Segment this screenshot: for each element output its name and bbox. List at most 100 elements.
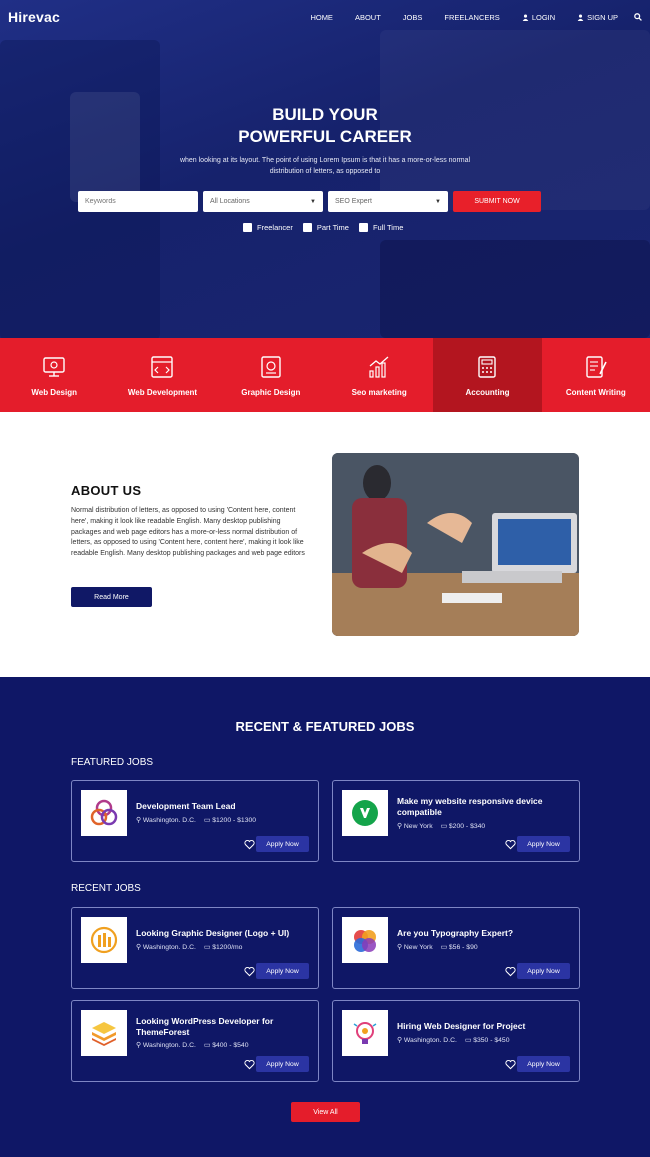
salary-text: $1200/mo: [212, 944, 243, 951]
job-title[interactable]: Looking Graphic Designer (Logo + UI): [136, 928, 312, 939]
location-text: Washington. D.C.: [142, 944, 196, 951]
job-card[interactable]: Looking WordPress Developer for ThemeFor…: [71, 1000, 319, 1082]
category-accounting[interactable]: Accounting: [433, 338, 542, 412]
search-icon[interactable]: [634, 13, 642, 21]
company-logo: [81, 1010, 127, 1056]
nav-jobs[interactable]: JOBS: [403, 13, 423, 22]
growth-chart-icon: [369, 356, 389, 378]
salary-text: $400 - $540: [212, 1042, 249, 1049]
heart-icon[interactable]: [505, 966, 516, 977]
location-select[interactable]: All Locations ▼: [203, 191, 323, 212]
keywords-input[interactable]: [78, 191, 198, 212]
category-seo-marketing[interactable]: Seo marketing: [325, 338, 433, 412]
company-logo: [81, 917, 127, 963]
apply-now-button[interactable]: Apply Now: [517, 1056, 570, 1072]
category-select[interactable]: SEO Expert ▼: [328, 191, 448, 212]
salary-text: $350 - $450: [473, 1037, 510, 1044]
apply-now-button[interactable]: Apply Now: [517, 836, 570, 852]
job-meta: ⚲ Washington. D.C. ▭ $1200 - $1300: [136, 816, 256, 824]
hero-title-line1: BUILD YOUR: [272, 105, 378, 124]
nav-home[interactable]: HOME: [310, 13, 333, 22]
apply-now-button[interactable]: Apply Now: [256, 1056, 309, 1072]
job-card[interactable]: Make my website responsive device compat…: [332, 780, 580, 862]
color-circles-logo: [354, 930, 376, 952]
job-title[interactable]: Looking WordPress Developer for ThemeFor…: [136, 1016, 312, 1037]
caret-down-icon: ▼: [310, 198, 316, 205]
main-menu: HOME ABOUT JOBS FREELANCERS LOGIN SIGN U…: [288, 13, 642, 22]
category-web-development[interactable]: Web Development: [108, 338, 216, 412]
nav-about[interactable]: ABOUT: [355, 13, 381, 22]
job-meta: ⚲ New York ▭ $56 - $90: [397, 943, 478, 951]
category-web-design[interactable]: Web Design: [0, 338, 108, 412]
nav-signup[interactable]: SIGN UP: [577, 13, 618, 22]
heart-icon[interactable]: [505, 1059, 516, 1070]
map-pin-icon: ⚲: [397, 823, 402, 830]
view-all-button[interactable]: View All: [291, 1102, 360, 1122]
category-label: Content Writing: [565, 387, 626, 397]
category-graphic-design[interactable]: Graphic Design: [217, 338, 325, 412]
job-title[interactable]: Hiring Web Designer for Project: [397, 1021, 573, 1032]
money-icon: ▭: [464, 1037, 472, 1044]
category-label: Accounting: [465, 387, 510, 397]
hero-subtitle: when looking at its layout. The point of…: [179, 157, 471, 175]
part-time-checkbox[interactable]: Part Time: [302, 223, 349, 232]
monitor-icon: [43, 356, 65, 377]
freelancer-checkbox[interactable]: Freelancer: [243, 223, 293, 232]
heart-icon[interactable]: [244, 839, 255, 850]
part-time-label: Part Time: [316, 223, 349, 232]
job-card[interactable]: Are you Typography Expert? ⚲ New York ▭ …: [332, 907, 580, 989]
job-card[interactable]: Looking Graphic Designer (Logo + UI) ⚲ W…: [71, 907, 319, 989]
nav-login[interactable]: LOGIN: [522, 13, 555, 22]
heart-icon[interactable]: [244, 1059, 255, 1070]
about-section: ABOUT US Normal distribution of letters,…: [0, 412, 650, 677]
location-text: Washington. D.C.: [142, 1042, 196, 1049]
job-title[interactable]: Make my website responsive device compat…: [397, 796, 573, 817]
money-icon: ▭: [203, 1042, 211, 1049]
checkbox-box[interactable]: [302, 223, 312, 232]
job-search-form: All Locations ▼ SEO Expert ▼ SUBMIT NOW: [78, 191, 541, 212]
map-pin-icon: ⚲: [397, 944, 402, 951]
money-icon: ▭: [203, 817, 211, 824]
freelancer-label: Freelancer: [257, 223, 293, 232]
document-pen-icon: [586, 355, 607, 378]
job-card[interactable]: Hiring Web Designer for Project ⚲ Washin…: [332, 1000, 580, 1082]
jobs-title: RECENT & FEATURED JOBS: [235, 719, 415, 734]
nav-freelancers[interactable]: FREELANCERS: [444, 13, 499, 22]
checkbox-box[interactable]: [358, 223, 368, 232]
hero-section: Hirevac HOME ABOUT JOBS FREELANCERS LOGI…: [0, 0, 650, 338]
job-meta: ⚲ Washington. D.C. ▭ $400 - $540: [136, 1041, 248, 1049]
category-label: Web Design: [31, 387, 77, 397]
category-content-writing[interactable]: Content Writing: [542, 338, 650, 412]
category-label: Graphic Design: [241, 387, 301, 397]
code-window-icon: [151, 355, 174, 378]
brand-logo[interactable]: Hirevac: [8, 9, 60, 25]
category-label: Seo marketing: [351, 387, 407, 397]
triple-ring-logo: [90, 799, 118, 826]
heart-icon[interactable]: [505, 839, 516, 850]
full-time-checkbox[interactable]: Full Time: [358, 223, 403, 232]
job-title[interactable]: Are you Typography Expert?: [397, 928, 573, 939]
salary: ▭ $1200/mo: [204, 943, 243, 951]
nav-login-label: LOGIN: [531, 12, 556, 22]
job-title[interactable]: Development Team Lead: [136, 801, 312, 812]
apply-now-button[interactable]: Apply Now: [256, 836, 309, 852]
company-logo: [342, 1010, 388, 1056]
location: ⚲ Washington. D.C.: [136, 1041, 196, 1049]
read-more-button[interactable]: Read More: [71, 587, 152, 607]
job-card[interactable]: Development Team Lead ⚲ Washington. D.C.…: [71, 780, 319, 862]
apply-now-button[interactable]: Apply Now: [517, 963, 570, 979]
user-icon: [522, 14, 529, 21]
location-text: New York: [403, 823, 433, 830]
about-photo: [332, 453, 579, 636]
apply-now-button[interactable]: Apply Now: [256, 963, 309, 979]
job-meta: ⚲ Washington. D.C. ▭ $350 - $450: [397, 1036, 509, 1044]
about-title: ABOUT US: [71, 483, 142, 498]
layers-logo: [92, 1022, 116, 1046]
submit-button[interactable]: SUBMIT NOW: [453, 191, 541, 212]
jobs-section: RECENT & FEATURED JOBS FEATURED JOBS Dev…: [0, 677, 650, 1157]
checkbox-box[interactable]: [243, 223, 252, 232]
heart-icon[interactable]: [244, 966, 255, 977]
location-text: New York: [403, 944, 433, 951]
location: ⚲ New York: [397, 943, 433, 951]
salary: ▭ $200 - $340: [441, 822, 486, 830]
